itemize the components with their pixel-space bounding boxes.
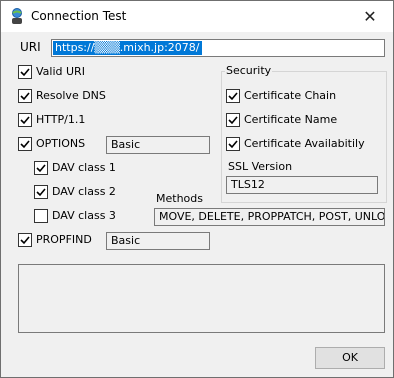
methods-field: MOVE, DELETE, PROPPATCH, POST, UNLO( bbox=[154, 208, 385, 226]
certificate-chain-label: Certificate Chain bbox=[244, 89, 337, 102]
connection-test-dialog: Connection Test ✕ URI https://▒▒▒.mixh.j… bbox=[0, 0, 394, 378]
methods-label: Methods bbox=[156, 192, 203, 205]
certificate-availability-label: Certificate Availabitily bbox=[244, 137, 365, 150]
dav-class-3-checkbox[interactable] bbox=[34, 209, 48, 223]
ssl-version-field: TLS12 bbox=[226, 176, 378, 194]
propfind-auth-field: Basic bbox=[106, 232, 210, 250]
certificate-name-label: Certificate Name bbox=[244, 113, 338, 126]
valid-uri-label: Valid URI bbox=[36, 65, 85, 78]
options-label: OPTIONS bbox=[36, 137, 86, 150]
dav-class-1-checkbox[interactable] bbox=[34, 161, 48, 175]
ssl-version-label: SSL Version bbox=[228, 160, 293, 173]
title-bar: Connection Test ✕ bbox=[1, 1, 393, 32]
options-checkbox[interactable] bbox=[18, 137, 32, 151]
certificate-name-checkbox[interactable] bbox=[226, 113, 240, 127]
http11-checkbox[interactable] bbox=[18, 113, 32, 127]
resolve-dns-checkbox[interactable] bbox=[18, 89, 32, 103]
window-title: Connection Test bbox=[31, 9, 127, 23]
globe-user-icon bbox=[9, 8, 25, 25]
uri-value: https://▒▒▒.mixh.jp:2078/ bbox=[53, 41, 202, 55]
dav-class-2-label: DAV class 2 bbox=[52, 185, 116, 198]
certificate-availability-checkbox[interactable] bbox=[226, 137, 240, 151]
uri-input[interactable]: https://▒▒▒.mixh.jp:2078/ bbox=[51, 39, 385, 57]
result-message-box[interactable] bbox=[18, 264, 385, 333]
resolve-dns-label: Resolve DNS bbox=[36, 89, 106, 102]
http11-label: HTTP/1.1 bbox=[36, 113, 86, 126]
dav-class-1-label: DAV class 1 bbox=[52, 161, 116, 174]
options-auth-field: Basic bbox=[106, 136, 210, 154]
ok-button[interactable]: OK bbox=[315, 347, 385, 369]
propfind-checkbox[interactable] bbox=[18, 233, 32, 247]
propfind-label: PROPFIND bbox=[36, 233, 92, 246]
dav-class-2-checkbox[interactable] bbox=[34, 185, 48, 199]
certificate-chain-checkbox[interactable] bbox=[226, 89, 240, 103]
valid-uri-checkbox[interactable] bbox=[18, 65, 32, 79]
close-icon[interactable]: ✕ bbox=[347, 1, 393, 32]
uri-label: URI bbox=[20, 40, 41, 54]
security-group-label: Security bbox=[225, 64, 273, 77]
dav-class-3-label: DAV class 3 bbox=[52, 209, 116, 222]
